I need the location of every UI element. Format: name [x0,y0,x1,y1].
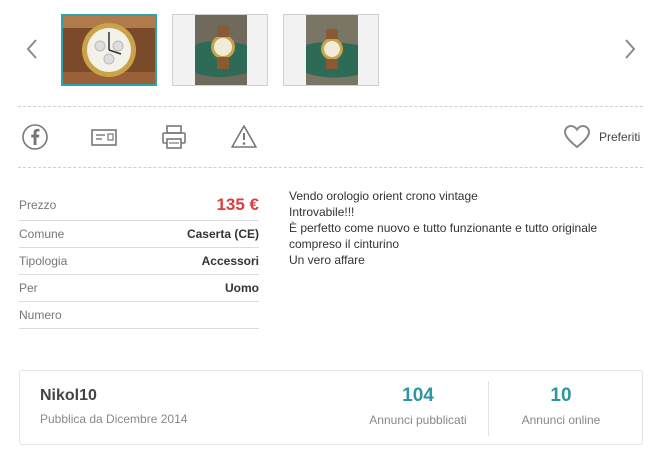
description-line: compreso il cinturino [289,237,400,251]
detail-value: Uomo [225,281,259,295]
chevron-right-icon [625,39,636,59]
online-ads-stat: 10 Annunci online [496,385,626,427]
detail-value: Caserta (CE) [186,227,259,241]
seller-name-link[interactable]: Nikol10 [40,387,97,405]
chevron-left-icon [26,39,37,59]
detail-key: Numero [19,308,62,322]
favorite-button[interactable]: Preferiti [563,123,640,151]
report-icon [231,125,257,148]
gallery-thumbnail-1[interactable] [61,14,157,86]
published-label: Annunci pubblicati [369,413,467,427]
detail-row-numero: Numero [19,302,259,329]
description-line: Introvabile!!! [289,205,355,219]
detail-key: Tipologia [19,254,68,268]
description-line: È perfetto come nuovo e tutto funzionant… [289,221,598,235]
online-count: 10 [550,385,572,406]
divider [18,106,643,107]
gallery-prev-button[interactable] [22,36,42,62]
email-icon [91,129,117,146]
description-line: Vendo orologio orient crono vintage [289,189,478,203]
watch-image [284,15,378,85]
detail-row-comune: Comune Caserta (CE) [19,221,259,248]
report-button[interactable] [229,122,259,152]
print-icon [162,125,186,149]
price-value: 135 € [216,195,259,214]
detail-key: Per [19,281,38,295]
online-label: Annunci online [521,413,601,427]
published-count: 104 [402,385,434,406]
stat-divider [488,381,489,436]
print-button[interactable] [159,122,189,152]
send-email-button[interactable] [89,122,119,152]
share-facebook-button[interactable] [20,122,50,152]
gallery-thumbnail-3[interactable] [283,14,379,86]
details-table: Prezzo 135 € Comune Caserta (CE) Tipolog… [19,190,259,329]
detail-row-per: Per Uomo [19,275,259,302]
detail-row-price: Prezzo 135 € [19,190,259,221]
gallery-thumbnail-2[interactable] [172,14,268,86]
ad-description: Vendo orologio orient crono vintage Intr… [289,188,629,268]
detail-key: Comune [19,227,65,241]
detail-key: Prezzo [19,198,57,212]
detail-row-tipologia: Tipologia Accessori [19,248,259,275]
published-ads-stat: 104 Annunci pubblicati [353,385,483,427]
facebook-icon [22,124,48,150]
detail-value: Accessori [201,254,259,268]
watch-image [63,16,155,84]
image-gallery [0,0,662,100]
favorite-label: Preferiti [599,130,641,144]
description-line: Un vero affare [289,253,365,267]
watch-image [173,15,267,85]
gallery-next-button[interactable] [620,36,640,62]
seller-card: Nikol10 Pubblica da Dicembre 2014 104 An… [19,370,643,445]
seller-since: Pubblica da Dicembre 2014 [40,412,188,426]
divider [18,167,643,168]
heart-icon [563,124,591,149]
